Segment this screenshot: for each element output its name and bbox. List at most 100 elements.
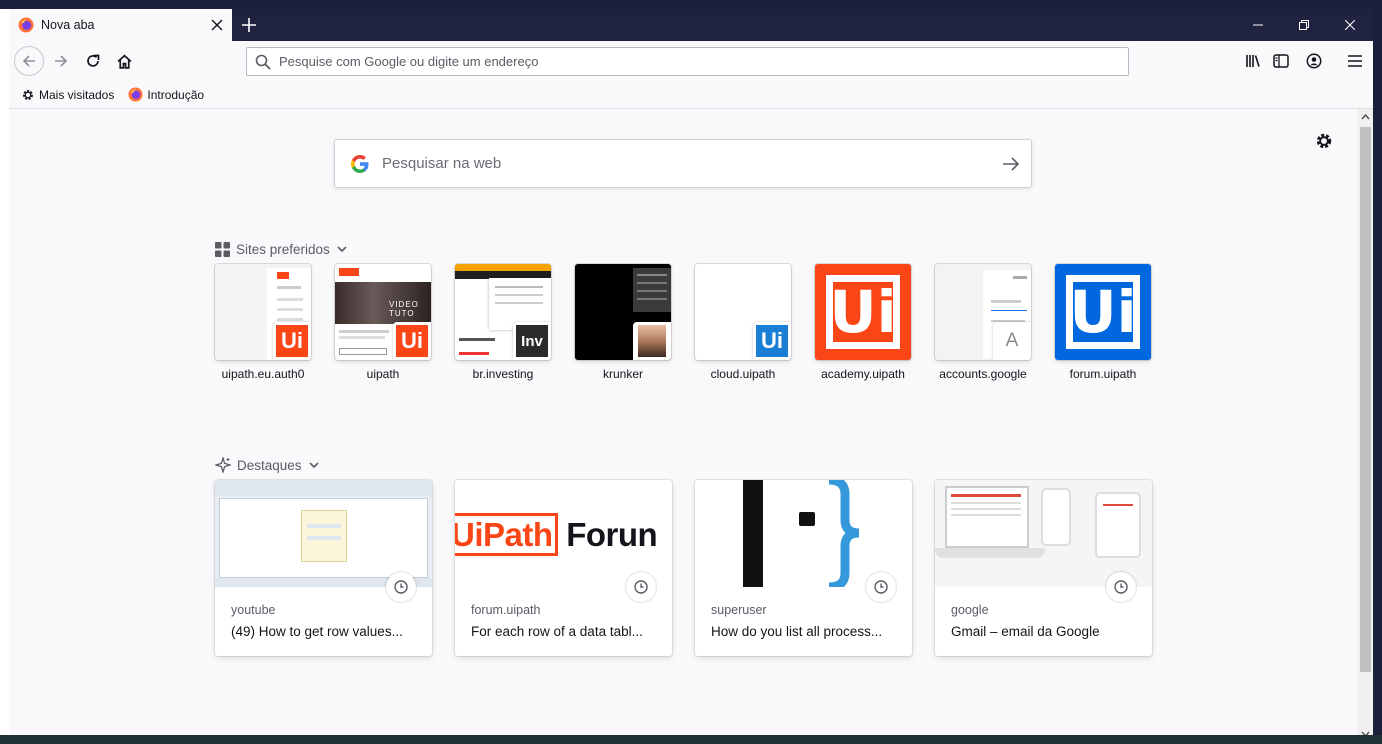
bookmarks-toolbar: Mais visitados Introdução bbox=[9, 81, 1373, 109]
web-search-box[interactable]: Pesquisar na web bbox=[334, 139, 1032, 188]
close-tab-icon[interactable] bbox=[206, 14, 228, 36]
home-icon bbox=[117, 54, 131, 69]
tab-title: Nova aba bbox=[41, 18, 95, 32]
top-site-tile[interactable]: VIDEO TUTO Ui uipath bbox=[335, 264, 431, 381]
search-submit-arrow-icon[interactable] bbox=[991, 156, 1031, 172]
account-button[interactable] bbox=[1300, 47, 1328, 75]
highlights-title: Destaques bbox=[237, 457, 302, 473]
tab-nova-aba[interactable]: Nova aba bbox=[9, 9, 232, 41]
sidebar-button[interactable] bbox=[1267, 47, 1295, 75]
hamburger-menu-icon bbox=[1348, 55, 1362, 67]
close-window-button[interactable] bbox=[1327, 9, 1373, 41]
web-search-placeholder: Pesquisar na web bbox=[382, 155, 502, 172]
site-thumbnail: Ui bbox=[815, 264, 911, 360]
top-site-tile[interactable]: A accounts.google bbox=[935, 264, 1031, 381]
uipath-badge-icon: Ui bbox=[753, 322, 791, 360]
highlight-card[interactable]: superuser How do you list all process... bbox=[695, 480, 912, 656]
highlight-host: forum.uipath bbox=[471, 603, 541, 617]
sidebar-icon bbox=[1273, 54, 1289, 68]
highlight-host: superuser bbox=[711, 603, 767, 617]
bookmark-introducao[interactable]: Introdução bbox=[128, 87, 204, 102]
top-site-label: uipath.eu.auth0 bbox=[221, 367, 305, 381]
navigation-toolbar: Pesquise com Google ou digite um endereç… bbox=[9, 41, 1373, 81]
uipath-logo-icon: Ui bbox=[1055, 264, 1151, 360]
top-site-label: uipath bbox=[366, 367, 400, 381]
menu-button[interactable] bbox=[1341, 47, 1369, 75]
taskbar-strip bbox=[0, 735, 1382, 744]
highlight-preview-image bbox=[215, 480, 432, 587]
reload-button[interactable] bbox=[79, 47, 107, 75]
grid-icon bbox=[215, 242, 230, 257]
highlight-title: (49) How to get row values... bbox=[231, 624, 403, 639]
url-bar[interactable]: Pesquise com Google ou digite um endereç… bbox=[246, 47, 1129, 76]
top-site-tile[interactable]: Ui forum.uipath bbox=[1055, 264, 1151, 381]
browser-window: Nova aba Pesquise com Google ou digite u… bbox=[9, 9, 1373, 744]
top-sites-title: Sites preferidos bbox=[236, 242, 330, 257]
top-site-tile[interactable]: Inv br.investing bbox=[455, 264, 551, 381]
gear-icon bbox=[1316, 133, 1332, 149]
site-thumbnail: VIDEO TUTO Ui bbox=[335, 264, 431, 360]
investing-badge-icon: Inv bbox=[513, 322, 551, 360]
left-edge bbox=[0, 9, 9, 735]
uipath-forum-logo: UiPath Forun bbox=[455, 513, 658, 556]
highlight-card[interactable]: youtube (49) How to get row values... bbox=[215, 480, 432, 656]
highlight-title: How do you list all process... bbox=[711, 624, 883, 639]
chevron-down-icon bbox=[308, 461, 319, 469]
forward-arrow-icon bbox=[55, 55, 68, 67]
highlights-header[interactable]: Destaques bbox=[215, 457, 319, 473]
new-tab-button[interactable] bbox=[237, 13, 261, 37]
top-site-tile[interactable]: Ui cloud.uipath bbox=[695, 264, 791, 381]
highlight-title: For each row of a data tabl... bbox=[471, 624, 643, 639]
site-thumbnail: Inv bbox=[455, 264, 551, 360]
scroll-up-icon[interactable] bbox=[1361, 113, 1370, 120]
url-bar-placeholder: Pesquise com Google ou digite um endereç… bbox=[279, 54, 539, 69]
google-logo-icon bbox=[351, 154, 369, 173]
highlight-preview-image bbox=[935, 480, 1152, 587]
library-button[interactable] bbox=[1239, 47, 1267, 75]
scrollbar-thumb[interactable] bbox=[1360, 127, 1371, 672]
clock-icon bbox=[866, 572, 896, 602]
minimize-button[interactable] bbox=[1235, 9, 1281, 41]
highlight-title: Gmail – email da Google bbox=[951, 624, 1100, 639]
site-thumbnail: Ui bbox=[695, 264, 791, 360]
uipath-badge-icon: Ui bbox=[393, 322, 431, 360]
vertical-scrollbar[interactable] bbox=[1358, 109, 1373, 744]
chevron-down-icon bbox=[337, 246, 347, 253]
bookmark-mais-visitados[interactable]: Mais visitados bbox=[21, 88, 114, 102]
highlight-host: google bbox=[951, 603, 989, 617]
clock-icon bbox=[626, 572, 656, 602]
firefox-icon bbox=[128, 87, 143, 102]
highlight-preview-image: UiPath Forun bbox=[455, 480, 672, 587]
sparkle-icon bbox=[215, 457, 231, 473]
highlight-card[interactable]: google Gmail – email da Google bbox=[935, 480, 1152, 656]
top-sites-header[interactable]: Sites preferidos bbox=[215, 242, 347, 257]
site-thumbnail: Ui bbox=[215, 264, 311, 360]
top-site-tile[interactable]: krunker bbox=[575, 264, 671, 381]
new-tab-page: Pesquisar na web Sites preferidos Ui uip… bbox=[9, 109, 1358, 744]
tab-strip: Nova aba bbox=[9, 9, 1373, 41]
top-site-tile[interactable]: Ui uipath.eu.auth0 bbox=[215, 264, 311, 381]
uipath-logo-icon: Ui bbox=[815, 264, 911, 360]
clock-icon bbox=[1106, 572, 1136, 602]
home-button[interactable] bbox=[110, 47, 138, 75]
top-site-label: forum.uipath bbox=[1069, 367, 1137, 381]
bookmark-label: Mais visitados bbox=[39, 87, 115, 102]
forward-button[interactable] bbox=[47, 47, 75, 75]
top-site-label: academy.uipath bbox=[821, 367, 905, 381]
restore-button[interactable] bbox=[1281, 9, 1327, 41]
reload-icon bbox=[87, 54, 100, 67]
uipath-badge-icon: Ui bbox=[273, 322, 311, 360]
top-site-label: br.investing bbox=[472, 367, 534, 381]
library-icon bbox=[1245, 55, 1260, 67]
firefox-icon bbox=[18, 17, 34, 33]
site-thumbnail: A bbox=[935, 264, 1031, 360]
back-button[interactable] bbox=[14, 46, 44, 76]
search-icon bbox=[255, 54, 271, 70]
personalize-button[interactable] bbox=[1315, 132, 1337, 154]
top-site-tile[interactable]: Ui academy.uipath bbox=[815, 264, 911, 381]
back-arrow-icon bbox=[22, 55, 35, 67]
bookmark-label: Introdução bbox=[147, 87, 205, 102]
site-thumbnail: Ui bbox=[1055, 264, 1151, 360]
highlight-card[interactable]: UiPath Forun forum.uipath For each row o… bbox=[455, 480, 672, 656]
top-site-label: accounts.google bbox=[939, 367, 1027, 381]
